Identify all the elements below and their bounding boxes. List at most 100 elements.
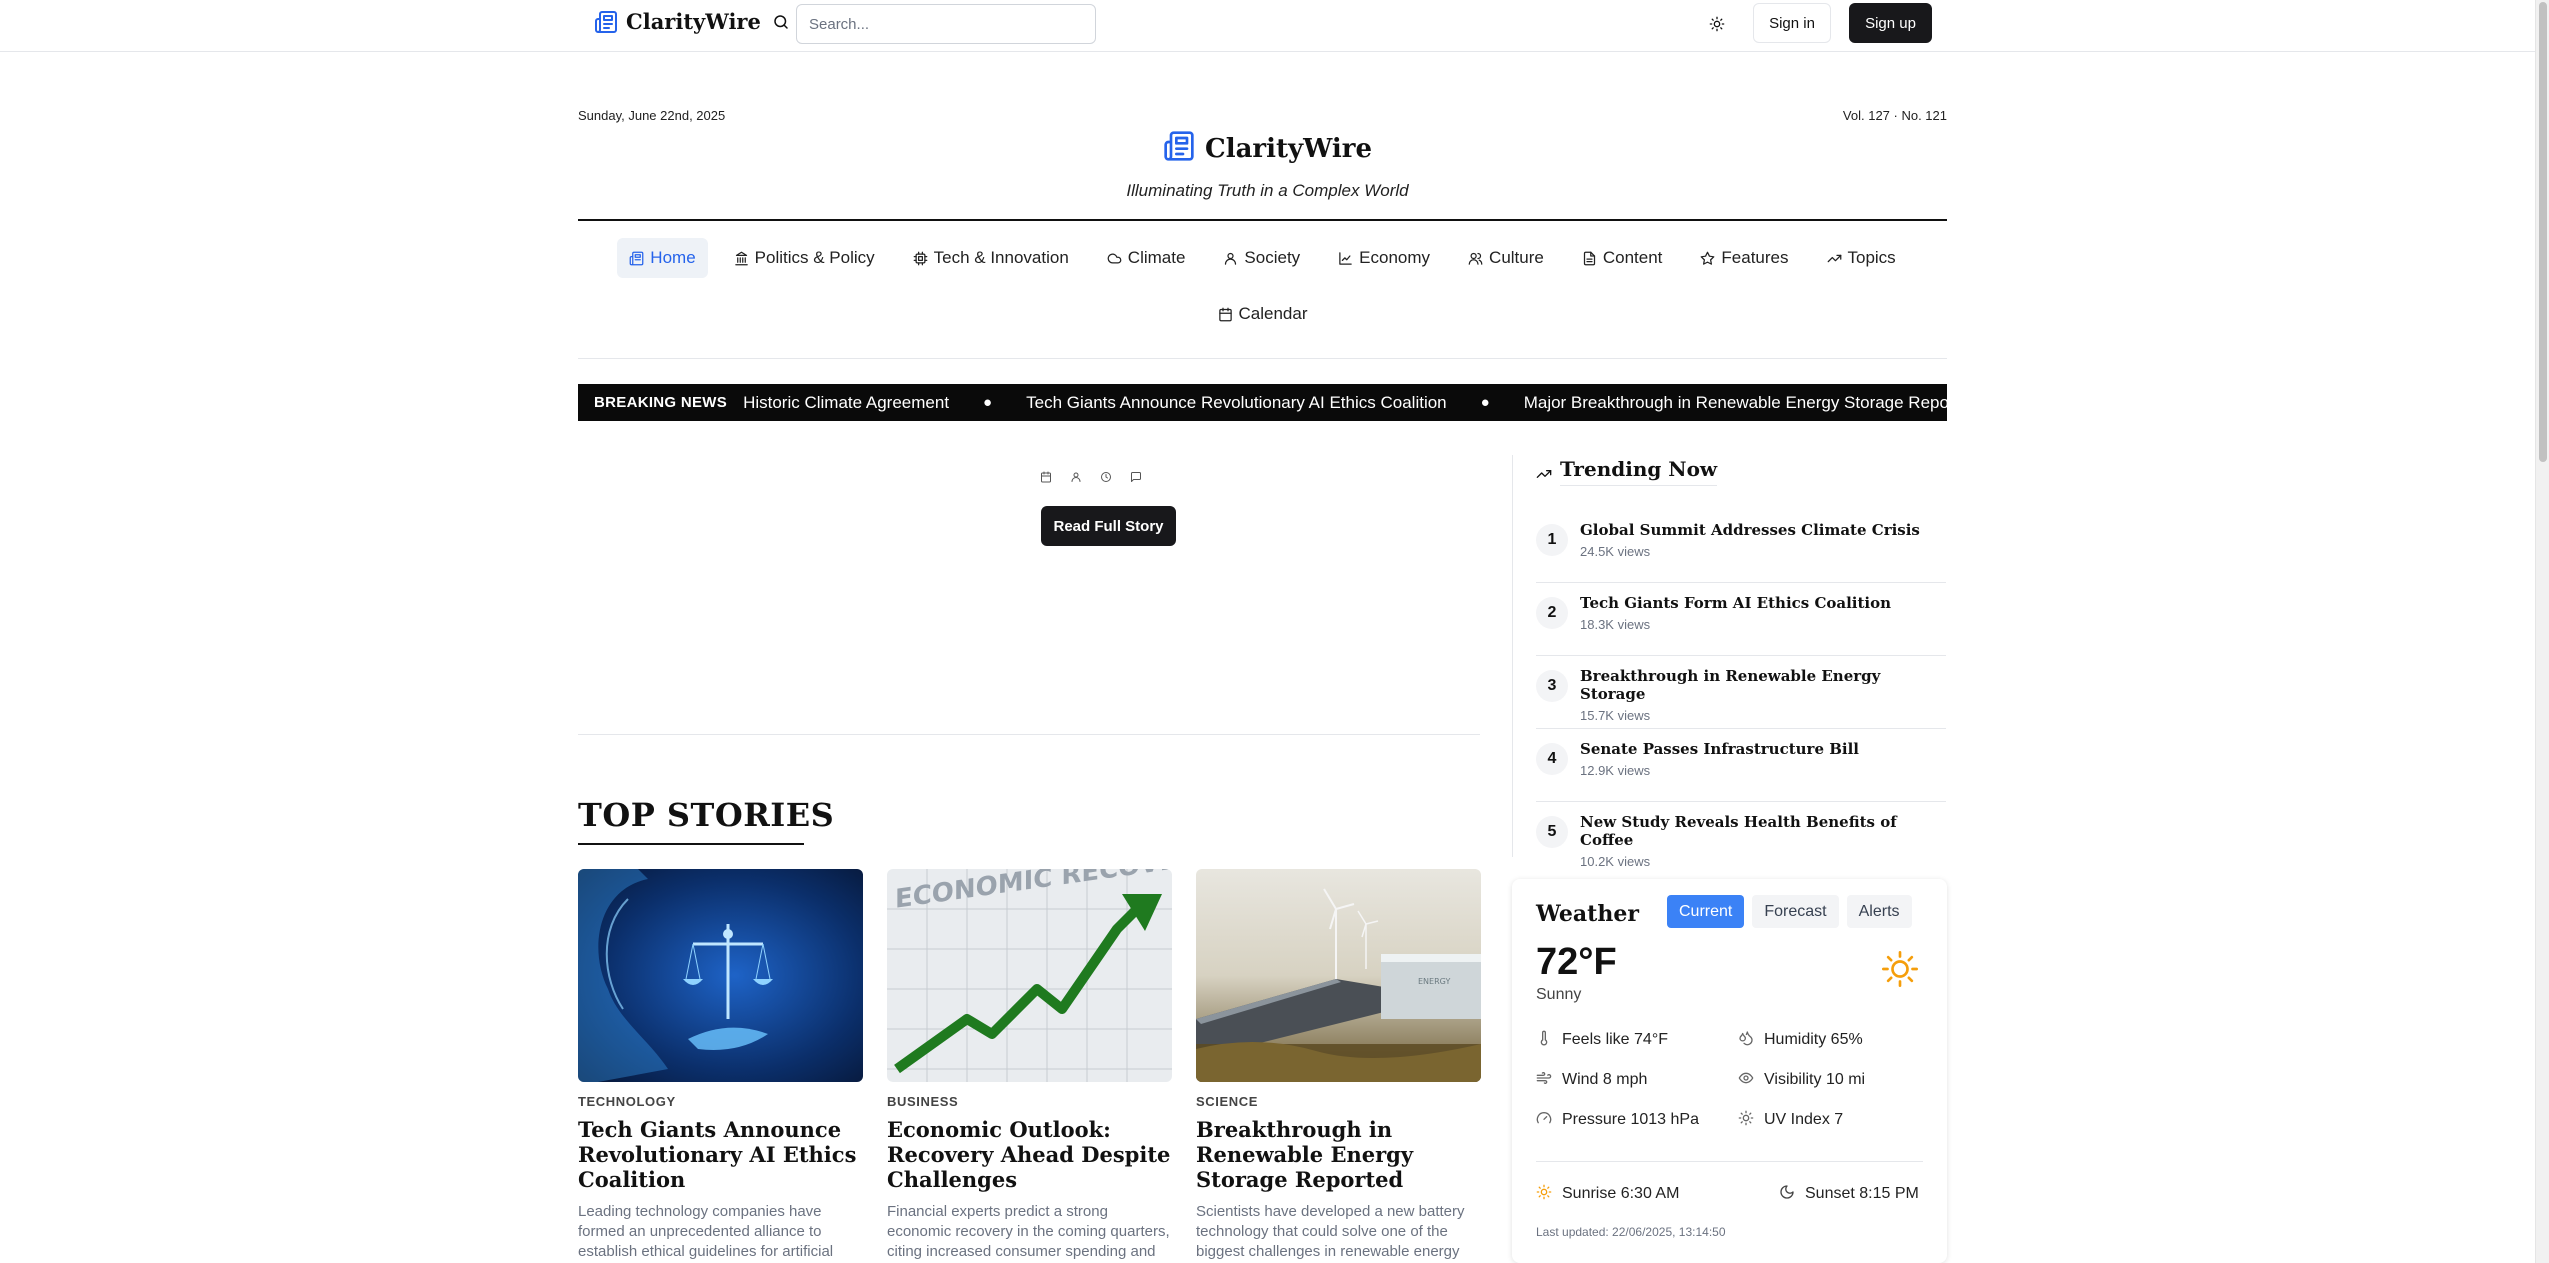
newspaper-icon (1163, 130, 1195, 167)
weather-stats: Feels like 74°F Humidity 65% Wind 8 mph … (1536, 1030, 1926, 1131)
weather-last-updated: Last updated: 22/06/2025, 13:14:50 (1536, 1225, 1726, 1239)
nav-item-politics[interactable]: Politics & Policy (722, 238, 887, 278)
trending-rank: 2 (1536, 597, 1568, 629)
story-image-economic-recovery[interactable]: ECONOMIC RECOVERY (887, 869, 1172, 1082)
search-icon (772, 13, 790, 36)
trending-item-title[interactable]: Tech Giants Form AI Ethics Coalition (1580, 594, 1891, 612)
nav-item-climate[interactable]: Climate (1095, 238, 1198, 278)
nav-item-society[interactable]: Society (1211, 238, 1312, 278)
nav-item-home[interactable]: Home (617, 238, 708, 278)
file-icon (1582, 251, 1597, 266)
sun-icon (1709, 16, 1725, 35)
weather-tab-alerts[interactable]: Alerts (1846, 895, 1912, 928)
read-full-story-button[interactable]: Read Full Story (1041, 506, 1176, 546)
trending-item-title[interactable]: New Study Reveals Health Benefits of Cof… (1580, 813, 1946, 849)
sun-icon (1880, 949, 1920, 994)
nav-item-label: Content (1602, 248, 1663, 267)
trending-item-body: Breakthrough in Renewable Energy Storage… (1580, 667, 1946, 723)
story-card[interactable]: TECHNOLOGY Tech Giants Announce Revoluti… (578, 869, 863, 1262)
ticker-item[interactable]: Historic Climate Agreement (743, 393, 949, 413)
people-icon (1468, 251, 1483, 266)
gauge-icon (1536, 1110, 1552, 1131)
trending-item-views: 18.3K views (1580, 617, 1651, 632)
weather-condition: Sunny (1536, 986, 1582, 1003)
trending-item-body: Global Summit Addresses Climate Crisis 2… (1580, 521, 1920, 559)
trending-item-title[interactable]: Breakthrough in Renewable Energy Storage (1580, 667, 1946, 703)
trending-item[interactable]: 1 Global Summit Addresses Climate Crisis… (1536, 510, 1946, 583)
brand-link[interactable]: ClarityWire (594, 9, 761, 34)
trending-item-title[interactable]: Senate Passes Infrastructure Bill (1580, 740, 1859, 758)
weather-sunrise-text: Sunrise 6:30 AM (1562, 1185, 1680, 1202)
weather-wind: Wind 8 mph (1536, 1071, 1738, 1089)
sidebar-divider (1512, 455, 1513, 857)
trending-item[interactable]: 5 New Study Reveals Health Benefits of C… (1536, 802, 1946, 875)
eye-icon (1738, 1070, 1754, 1091)
story-image-renewable-energy[interactable]: ENERGY (1196, 869, 1481, 1082)
weather-tab-forecast[interactable]: Forecast (1752, 895, 1839, 928)
nav-item-topics[interactable]: Topics (1815, 238, 1908, 278)
story-image-ai-ethics[interactable] (578, 869, 863, 1082)
trending-item-body: Senate Passes Infrastructure Bill 12.9K … (1580, 740, 1859, 778)
nav-item-label: Culture (1489, 248, 1544, 267)
cloud-icon (1107, 251, 1122, 266)
ticker-bullet: ● (983, 394, 993, 411)
sign-in-button[interactable]: Sign in (1753, 3, 1831, 43)
nav-item-economy[interactable]: Economy (1326, 238, 1442, 278)
user-icon (1070, 470, 1082, 488)
comment-icon (1130, 470, 1142, 488)
section-nav-row: Home Politics & Policy Tech & Innovation… (578, 238, 1947, 278)
weather-feels-like: Feels like 74°F (1536, 1030, 1738, 1049)
search-input[interactable] (796, 4, 1096, 44)
trending-item[interactable]: 3 Breakthrough in Renewable Energy Stora… (1536, 656, 1946, 729)
clock-icon (1100, 470, 1112, 488)
weather-sun-times: Sunrise 6:30 AM Sunset 8:15 PM (1536, 1184, 1926, 1203)
trending-item-views: 24.5K views (1580, 544, 1651, 559)
story-title[interactable]: Tech Giants Announce Revolutionary AI Et… (578, 1117, 863, 1192)
breaking-news-label: BREAKING NEWS (594, 394, 728, 411)
droplets-icon (1738, 1030, 1754, 1051)
trending-item-body: New Study Reveals Health Benefits of Cof… (1580, 813, 1946, 869)
masthead-title: ClarityWire (1205, 133, 1372, 164)
nav-item-label: Home (650, 248, 696, 267)
weather-feels-like-text: Feels like 74°F (1562, 1031, 1668, 1048)
story-excerpt: Financial experts predict a strong econo… (887, 1203, 1170, 1260)
breaking-news-ticker: Historic Climate Agreement ● Tech Giants… (743, 393, 1947, 413)
nav-item-calendar[interactable]: Calendar (1206, 294, 1320, 334)
trending-item[interactable]: 2 Tech Giants Form AI Ethics Coalition 1… (1536, 583, 1946, 656)
story-title[interactable]: Economic Outlook: Recovery Ahead Despite… (887, 1117, 1172, 1192)
scrollbar-thumb[interactable] (2539, 2, 2547, 462)
weather-tab-current[interactable]: Current (1667, 895, 1745, 928)
story-card[interactable]: ENERGY SCIENCE Breakthrough in Renewable… (1196, 869, 1481, 1262)
nav-item-label: Climate (1127, 248, 1186, 267)
section-nav-row: Calendar (578, 294, 1947, 334)
nav-item-features[interactable]: Features (1688, 238, 1800, 278)
ticker-item[interactable]: Major Breakthrough in Renewable Energy S… (1524, 393, 1947, 413)
trending-item-body: Tech Giants Form AI Ethics Coalition 18.… (1580, 594, 1891, 632)
top-navbar: ClarityWire Sign in Sign up (0, 0, 2535, 52)
nav-item-tech[interactable]: Tech & Innovation (901, 238, 1081, 278)
landmark-icon (734, 251, 749, 266)
sign-up-button[interactable]: Sign up (1849, 3, 1932, 43)
trending-rank: 5 (1536, 816, 1568, 848)
nav-item-culture[interactable]: Culture (1456, 238, 1556, 278)
story-title[interactable]: Breakthrough in Renewable Energy Storage… (1196, 1117, 1481, 1192)
trending-item-title[interactable]: Global Summit Addresses Climate Crisis (1580, 521, 1920, 539)
wind-icon (1536, 1070, 1552, 1091)
trending-item[interactable]: 4 Senate Passes Infrastructure Bill 12.9… (1536, 729, 1946, 802)
star-icon (1700, 251, 1715, 266)
story-image-text: ENERGY (1418, 977, 1450, 986)
theme-toggle-button[interactable] (1700, 8, 1734, 42)
weather-wind-text: Wind 8 mph (1562, 1071, 1648, 1088)
masthead-tagline: Illuminating Truth in a Complex World (1126, 181, 1409, 200)
nav-divider (578, 358, 1947, 359)
story-card[interactable]: ECONOMIC RECOVERY BUSINESS Economic Outl… (887, 869, 1172, 1262)
weather-visibility: Visibility 10 mi (1738, 1071, 1926, 1089)
ticker-item[interactable]: Tech Giants Announce Revolutionary AI Et… (1026, 393, 1447, 413)
top-stories-grid: TECHNOLOGY Tech Giants Announce Revoluti… (578, 869, 1481, 1262)
weather-uv: UV Index 7 (1738, 1110, 1926, 1129)
trending-icon (1536, 456, 1552, 487)
nav-item-label: Economy (1359, 248, 1431, 267)
nav-item-content[interactable]: Content (1570, 238, 1675, 278)
page-scrollbar[interactable] (2535, 0, 2549, 1263)
weather-temperature: 72°F (1536, 941, 1617, 983)
